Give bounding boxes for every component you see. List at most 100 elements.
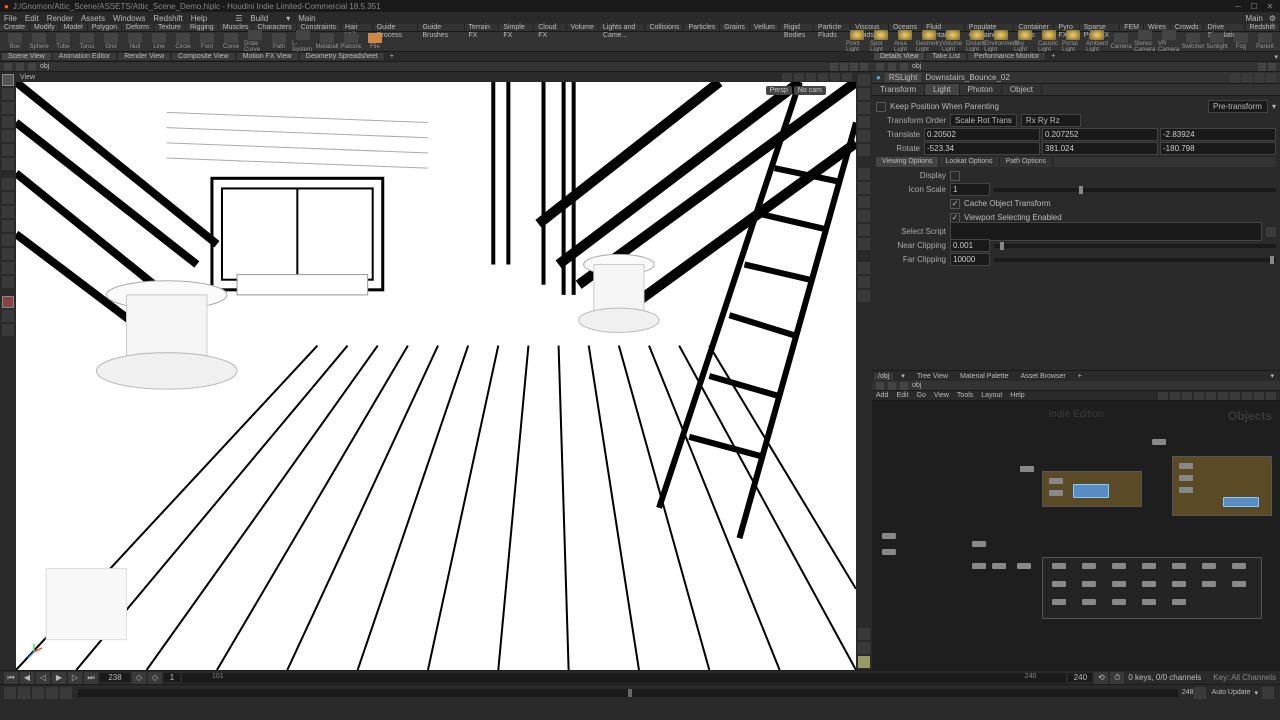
light-hq-icon[interactable] [858,262,870,274]
all-channels[interactable]: Key: All Channels [1213,673,1276,682]
tool-grid[interactable]: Grid [100,33,122,50]
first-frame-icon[interactable]: ⏮ [4,672,18,684]
cook-icon[interactable] [1194,687,1206,699]
node-icon[interactable] [1020,466,1034,472]
shelf-tab[interactable]: Simple FX [499,24,534,31]
subtab-lookat[interactable]: Lookat Options [939,157,999,167]
maximize-icon[interactable]: ☐ [1248,1,1260,11]
redshift-ipr-icon[interactable] [2,296,14,308]
translate-tool-icon[interactable] [2,130,14,142]
node-icon[interactable] [1112,599,1126,605]
tab-asset[interactable]: Asset Browser [1017,373,1070,380]
disp-prim-icon[interactable] [858,102,870,114]
path-text[interactable]: obj [40,63,49,70]
shelf-tab[interactable]: Create [0,24,30,31]
tool-circle[interactable]: Circle [172,33,194,50]
node-icon[interactable] [1172,599,1186,605]
net-tool-icon[interactable] [1206,392,1216,400]
tool-tube[interactable]: Tube [52,33,74,50]
desktop-value[interactable]: Main [298,14,315,23]
shelf-tab[interactable]: Model [60,24,88,31]
forward-icon[interactable] [888,63,896,71]
shelf-tab[interactable]: Deform [122,24,154,31]
tool-lsystem[interactable]: L-System [292,30,314,53]
subtab-path[interactable]: Path Options [1000,157,1053,167]
tab-render-view[interactable]: Render View [118,53,170,60]
net-tool-icon[interactable] [1170,392,1180,400]
pane-opts-icon[interactable]: ▾ [1266,372,1278,380]
cache-check[interactable]: ✓ [950,199,960,209]
search-icon[interactable] [1242,73,1252,83]
scrubber[interactable] [78,689,1178,697]
light-tool-icon[interactable] [2,220,14,232]
near-clip-slider[interactable] [994,244,1276,248]
end-frame[interactable]: 240 [1068,673,1092,682]
node-icon[interactable] [1142,599,1156,605]
tool-file[interactable]: File [364,33,386,50]
shelf-tab[interactable]: Volume [567,24,599,31]
move-tool-icon[interactable] [2,88,14,100]
shelf-tab[interactable]: Collisions [645,24,684,31]
start-frame[interactable]: 1 [164,673,180,682]
tab-transform[interactable]: Transform [872,84,925,95]
shelf-tab[interactable]: Lights and Came... [599,24,646,31]
far-clip-input[interactable] [950,253,990,266]
chevron-down-icon[interactable]: ▾ [1254,689,1258,697]
node-selected[interactable] [1073,484,1109,498]
construction-plane-icon[interactable] [2,310,14,322]
tab-take-list[interactable]: Take List [926,53,966,60]
close-icon[interactable]: ✕ [1264,1,1276,11]
node-icon[interactable] [1172,581,1186,587]
camera-badge[interactable]: Persp No cam [766,86,826,95]
prev-frame-icon[interactable]: ◀ [20,672,34,684]
node-icon[interactable] [1202,563,1216,569]
render-region-icon[interactable] [2,262,14,274]
menu-render[interactable]: Render [47,14,73,23]
timeline-track[interactable]: 101 240 [182,673,1066,683]
node-icon[interactable] [1052,599,1066,605]
node-icon[interactable] [992,563,1006,569]
menu-edit[interactable]: Edit [896,392,908,399]
xform-order-dropdown[interactable]: Scale Rot Trans [950,114,1017,127]
shelf-tab[interactable]: Modify [30,24,60,31]
scale-tool-icon[interactable] [2,116,14,128]
net-tool-icon[interactable] [1242,392,1252,400]
viewport-sel-check[interactable]: ✓ [950,213,960,223]
tab-object[interactable]: Object [1002,84,1042,95]
menu-help[interactable]: Help [1010,392,1024,399]
rot-order-dropdown[interactable]: Rx Ry Rz [1021,114,1081,127]
tool-path[interactable]: Path [268,33,290,50]
viewport-3d[interactable]: View [16,72,856,670]
tab-composite[interactable]: Composite View [172,53,234,60]
tool-portal-light[interactable]: Portal Light [1062,30,1084,53]
tool-parent[interactable]: Parent [1254,33,1276,50]
play-icon[interactable]: ▶ [52,672,66,684]
home-icon[interactable] [900,382,908,390]
tool-metaball[interactable]: Metaball [316,33,338,50]
bone-icon[interactable] [46,687,58,699]
menu-windows[interactable]: Windows [113,14,145,23]
brush-tool-icon[interactable] [2,144,14,156]
tool-null[interactable]: Null [124,33,146,50]
menu-assets[interactable]: Assets [81,14,105,23]
tool-vol-light[interactable]: Volume Light [942,30,964,53]
expand-icon[interactable] [1268,63,1276,71]
tool-caustic-light[interactable]: Caustic Light [1038,30,1060,53]
node-icon[interactable] [1052,581,1066,587]
tab-photon[interactable]: Photon [960,84,1002,95]
vp-shade-icon[interactable] [794,73,804,81]
vp-ghost-icon[interactable] [818,73,828,81]
help-icon[interactable] [1254,73,1264,83]
tab-light[interactable]: Light [925,84,959,95]
tool-sphere[interactable]: Sphere [28,33,50,50]
net-tool-icon[interactable] [1182,392,1192,400]
info-icon[interactable] [1266,73,1276,83]
node-icon[interactable] [1152,439,1166,445]
icon-scale-slider[interactable] [994,188,1276,192]
global-anim-icon[interactable] [4,687,16,699]
translate-x-input[interactable] [924,128,1040,141]
add-tab-icon[interactable]: + [1074,373,1086,380]
help-icon[interactable] [1262,687,1274,699]
net-tool-icon[interactable] [1158,392,1168,400]
shelf-tab[interactable]: Texture [154,24,186,31]
